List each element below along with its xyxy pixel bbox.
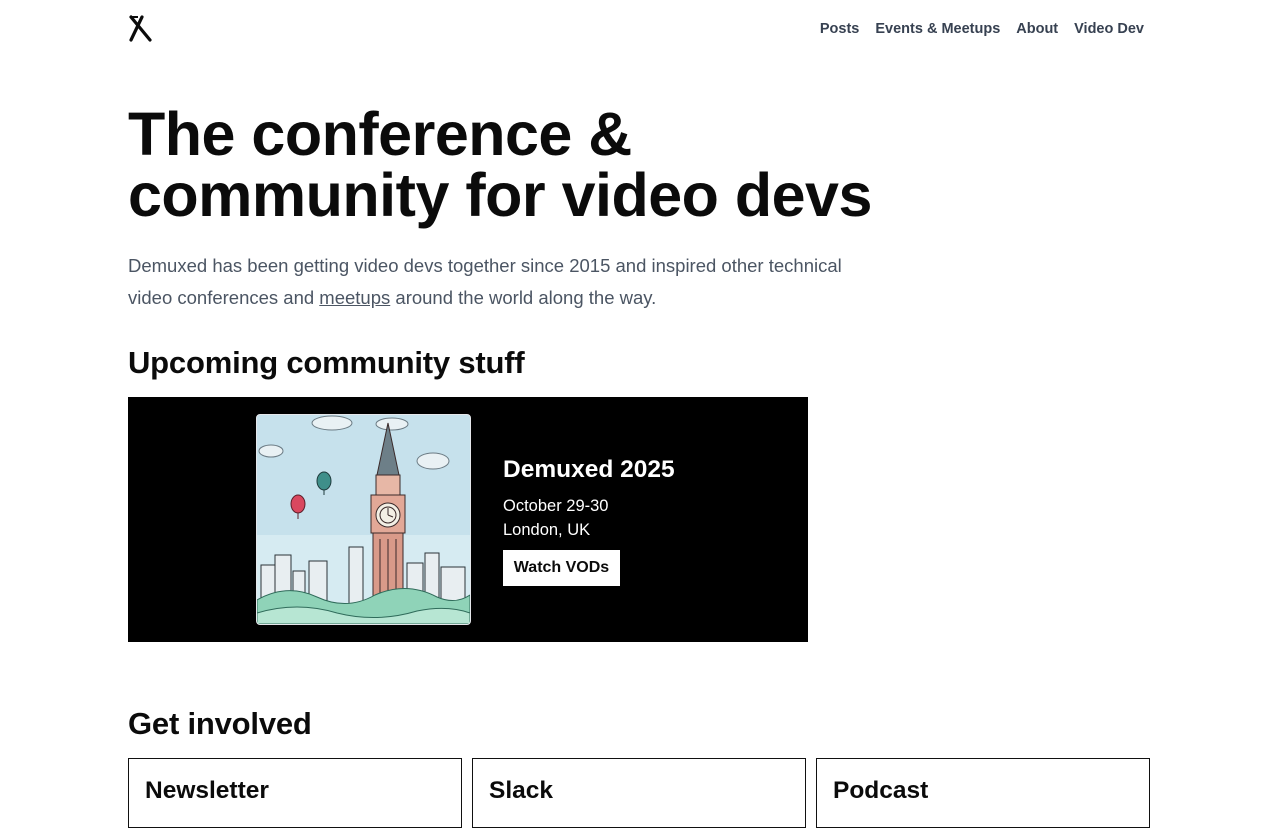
big-ben-illustration bbox=[256, 414, 471, 625]
x-logo-icon[interactable] bbox=[128, 15, 154, 43]
slack-card-title: Slack bbox=[489, 777, 554, 804]
upcoming-heading: Upcoming community stuff bbox=[128, 345, 525, 380]
main-nav: Posts Events & Meetups About Video Dev bbox=[820, 19, 1144, 39]
intro-paragraph: Demuxed has been getting video devs toge… bbox=[128, 250, 888, 314]
event-title[interactable]: Demuxed 2025 bbox=[503, 454, 675, 486]
event-location: London, UK bbox=[503, 521, 591, 539]
podcast-card-title: Podcast bbox=[833, 777, 929, 804]
watch-vods-button[interactable]: Watch VODs bbox=[503, 550, 620, 586]
nav-video-dev[interactable]: Video Dev bbox=[1074, 19, 1144, 39]
event-card: Demuxed 2025 October 29-30 London, UK Wa… bbox=[128, 397, 808, 642]
intro-text-after: around the world along the way. bbox=[390, 287, 657, 308]
nav-events-meetups[interactable]: Events & Meetups bbox=[875, 19, 1000, 39]
slack-card[interactable]: Slack bbox=[472, 758, 806, 828]
nav-about[interactable]: About bbox=[1016, 19, 1058, 39]
newsletter-card[interactable]: Newsletter bbox=[128, 758, 462, 828]
get-involved-heading: Get involved bbox=[128, 706, 312, 741]
meetups-link[interactable]: meetups bbox=[319, 287, 390, 308]
hero-title: The conference & community for video dev… bbox=[128, 104, 948, 226]
event-date: October 29-30 bbox=[503, 497, 609, 515]
newsletter-card-title: Newsletter bbox=[145, 777, 269, 804]
nav-posts[interactable]: Posts bbox=[820, 19, 860, 39]
hero-title-line-2: community for video devs bbox=[128, 161, 872, 229]
podcast-card[interactable]: Podcast bbox=[816, 758, 1150, 828]
hero-title-line-1: The conference & bbox=[128, 100, 632, 168]
